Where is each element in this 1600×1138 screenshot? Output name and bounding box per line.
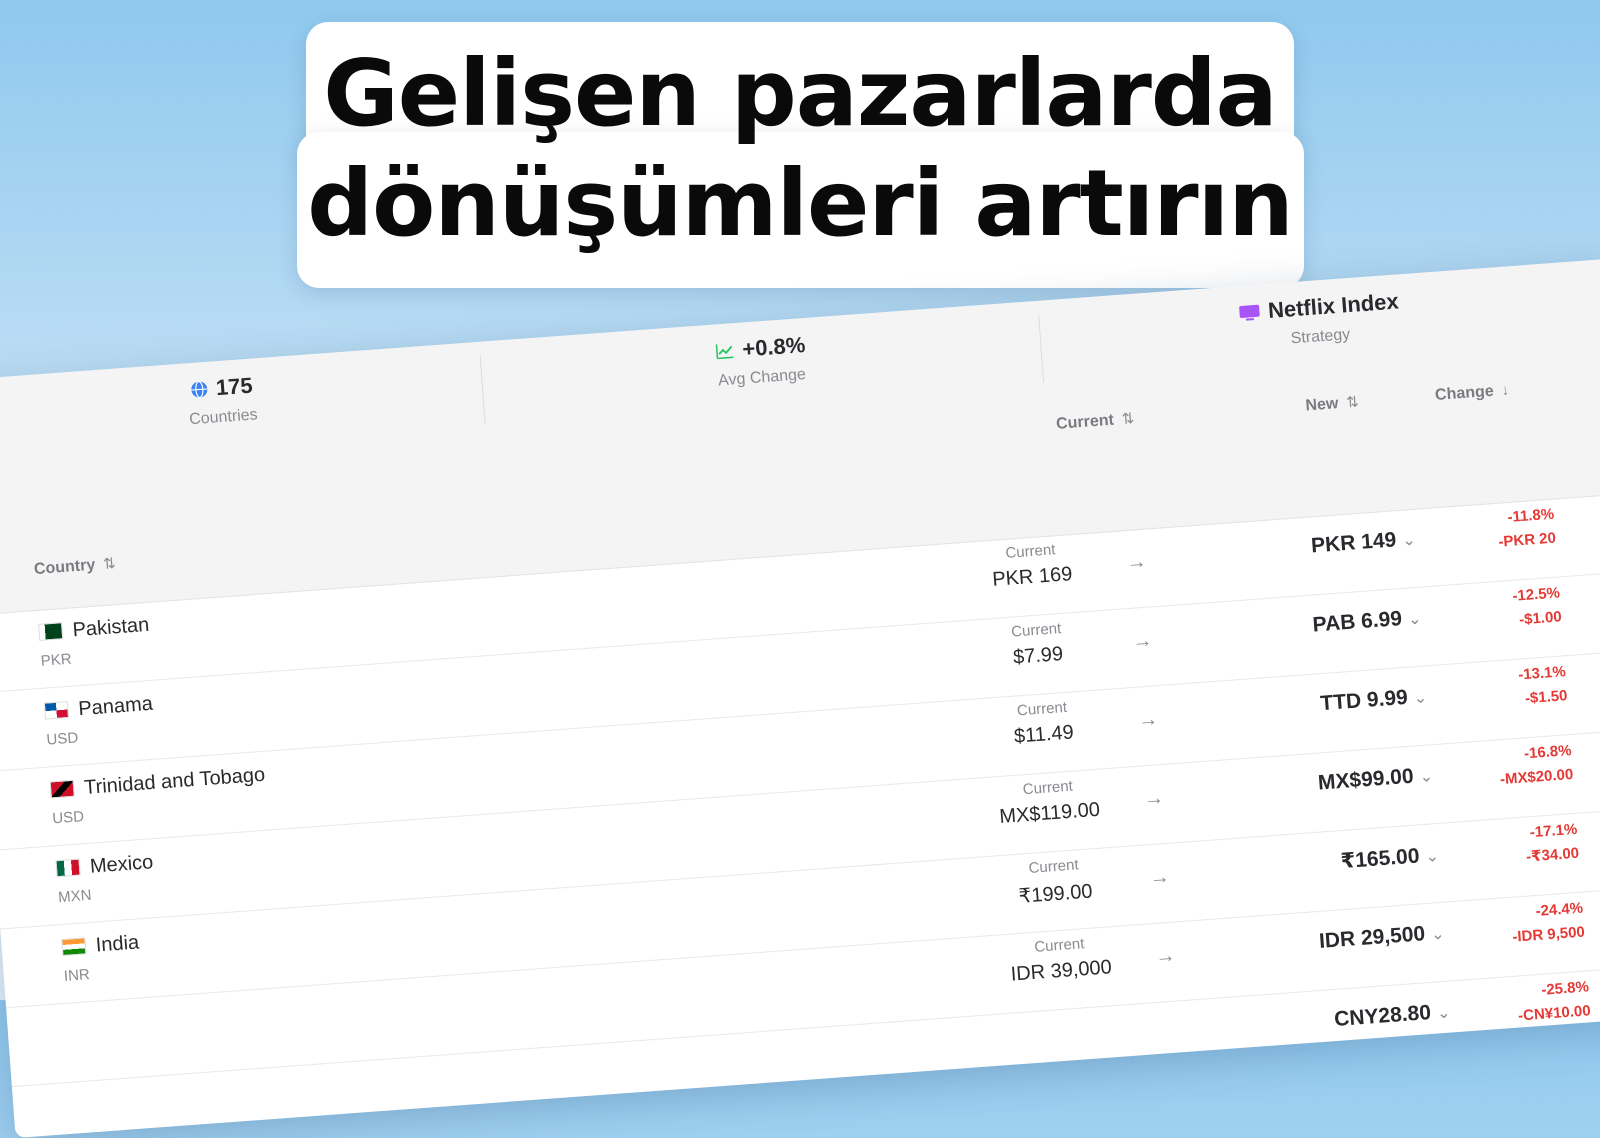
new-price-select[interactable]: TTD 9.99 ⌄ [1247,684,1428,721]
new-price-select[interactable]: PAB 6.99 ⌄ [1241,606,1422,643]
country-currency: INR [63,966,91,985]
arrow-right-icon: → [1154,944,1177,968]
row-country: Trinidad and Tobago USD [49,763,268,827]
chart-line-icon [714,339,736,366]
country-currency: PKR [40,650,73,670]
arrow-right-icon: → [1131,629,1154,653]
stats-divider [1038,314,1045,383]
stat-avg-change: +0.8% Avg Change [500,316,1022,406]
price-change: -25.8% -CN¥10.00 [1517,978,1592,1025]
row-country: Panama USD [43,692,156,749]
stat-strategy-value: Netflix Index [1267,288,1400,323]
chevron-down-icon: ⌄ [1424,847,1440,866]
country-name: Pakistan [71,613,150,642]
column-header-country[interactable]: Country ⇅ [33,554,116,579]
price-change: -12.5% -$1.00 [1511,584,1563,629]
row-country: India INR [61,931,142,985]
globe-icon [189,378,209,405]
stat-countries: 175 Countries [0,356,483,446]
flag-icon [55,858,81,878]
country-name: Panama [77,692,154,721]
flag-icon [49,779,75,799]
price-change: -17.1% -₹34.00 [1525,820,1580,866]
row-country: Pakistan PKR [38,614,152,670]
country-currency: USD [45,729,79,749]
column-header-new[interactable]: New ⇅ [1305,393,1360,416]
chevron-down-icon: ⌄ [1407,610,1423,629]
chevron-down-icon: ⌄ [1401,531,1417,550]
chevron-down-icon: ⌄ [1419,768,1434,787]
stat-countries-value: 175 [214,372,254,401]
headline-line-2: dönüşümleri artırın [307,150,1293,257]
flag-icon [38,622,64,641]
price-change: -24.4% -IDR 9,500 [1511,899,1586,946]
chevron-down-icon: ⌄ [1436,1004,1451,1023]
headline: Gelişen pazarlarda dönüşümleri artırın [0,0,1600,300]
current-price: Current PKR 169 [991,541,1074,591]
sort-icon: ⇅ [1121,410,1135,428]
current-price: Current MX$119.00 [998,777,1101,829]
chevron-down-icon: ⌄ [1413,689,1428,708]
sort-icon: ⇅ [102,555,117,573]
stat-avg-change-value: +0.8% [741,332,807,362]
new-price-select[interactable]: ₹165.00 ⌄ [1258,842,1440,880]
country-name: Mexico [89,851,154,878]
new-price-select[interactable]: PKR 149 ⌄ [1235,527,1416,564]
headline-line-1: Gelişen pazarlarda [323,40,1278,147]
arrow-right-icon: → [1148,865,1171,890]
flag-icon [43,700,70,720]
country-currency: MXN [57,886,93,907]
flag-icon [61,937,87,957]
new-price-select[interactable]: CNY28.80 ⌄ [1270,1000,1451,1037]
price-change: -16.8% -MX$20.00 [1499,741,1574,789]
sort-desc-icon: ↓ [1500,381,1510,400]
current-price: Current ₹199.00 [1017,856,1094,908]
arrow-right-icon: → [1125,550,1148,575]
new-price-select[interactable]: IDR 29,500 ⌄ [1264,921,1445,958]
country-name: Trinidad and Tobago [83,763,266,799]
chevron-down-icon: ⌄ [1430,925,1446,944]
sort-icon: ⇅ [1345,393,1360,412]
new-price-select[interactable]: MX$99.00 ⌄ [1253,763,1434,800]
price-change: -11.8% -PKR 20 [1497,505,1557,551]
row-country: Mexico MXN [55,851,156,906]
country-name: India [94,931,140,957]
price-change: -13.1% -$1.50 [1517,663,1569,708]
arrow-right-icon: → [1143,786,1165,811]
column-header-change[interactable]: Change ↓ [1434,382,1509,405]
tv-icon [1237,301,1261,329]
arrow-right-icon: → [1137,708,1159,732]
current-price: Current IDR 39,000 [1009,935,1113,986]
current-price: Current $11.49 [1013,698,1075,748]
current-price: Current $7.99 [1010,620,1064,669]
pricing-table-card: 175 Countries +0.8% Avg Change Netflix I… [0,258,1600,1138]
column-header-current[interactable]: Current ⇅ [1055,409,1135,434]
